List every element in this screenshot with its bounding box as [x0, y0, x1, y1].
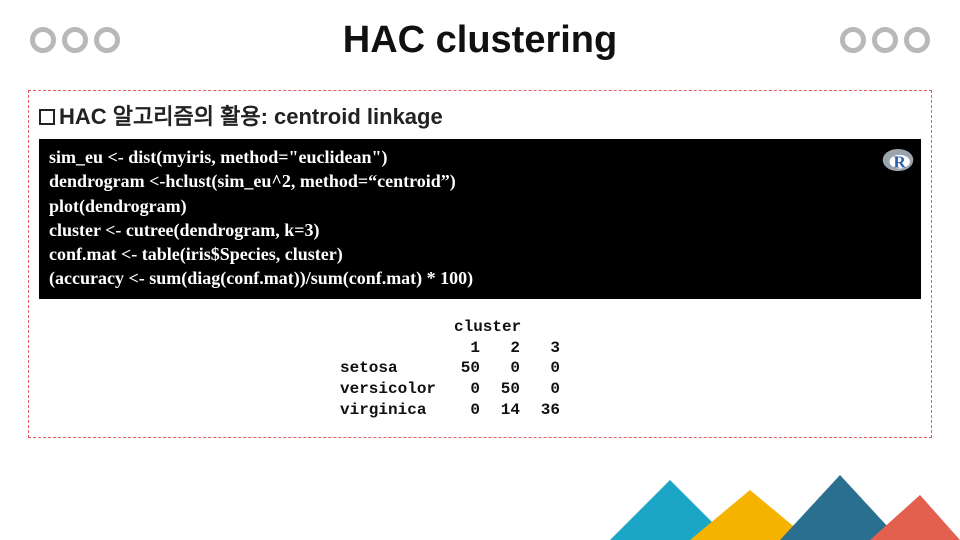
cell: 14: [480, 400, 520, 421]
table-row: setosa 50 0 0: [340, 358, 620, 379]
code-line: conf.mat <- table(iris$Species, cluster): [49, 242, 911, 266]
output-table: cluster 1 2 3 setosa 50 0 0 versicolor 0…: [340, 317, 620, 421]
code-line: cluster <- cutree(dendrogram, k=3): [49, 218, 911, 242]
ring-icon: [94, 27, 120, 53]
decor-circles-right: [840, 27, 930, 53]
code-line: sim_eu <- dist(myiris, method="euclidean…: [49, 145, 911, 169]
subtitle-rest: 알고리즘의 활용: centroid linkage: [107, 104, 443, 129]
cell: 50: [480, 379, 520, 400]
cell: 36: [520, 400, 560, 421]
cell: 0: [480, 358, 520, 379]
code-line: plot(dendrogram): [49, 194, 911, 218]
table-row: virginica 0 14 36: [340, 400, 620, 421]
bullet-box-icon: [39, 109, 55, 125]
ring-icon: [904, 27, 930, 53]
subtitle-prefix: HAC: [59, 104, 107, 129]
table-row: versicolor 0 50 0: [340, 379, 620, 400]
page-title: HAC clustering: [120, 19, 840, 62]
col-header: 1: [440, 338, 480, 359]
section-subtitle: HAC 알고리즘의 활용: centroid linkage: [39, 99, 921, 131]
code-block: sim_eu <- dist(myiris, method="euclidean…: [39, 139, 921, 299]
col-header: 3: [520, 338, 560, 359]
ring-icon: [840, 27, 866, 53]
ring-icon: [872, 27, 898, 53]
row-label: virginica: [340, 400, 440, 421]
footer-decor-icon: [580, 470, 960, 540]
output-col-headers: 1 2 3: [340, 338, 620, 359]
output-header-label: cluster: [440, 317, 620, 338]
r-logo-icon: R: [881, 143, 915, 177]
row-label: setosa: [340, 358, 440, 379]
cell: 0: [520, 379, 560, 400]
ring-icon: [62, 27, 88, 53]
cell: 0: [440, 379, 480, 400]
cell: 0: [440, 400, 480, 421]
content-panel: HAC 알고리즘의 활용: centroid linkage sim_eu <-…: [28, 90, 932, 438]
output-header: cluster: [340, 317, 620, 338]
cell: 50: [440, 358, 480, 379]
ring-icon: [30, 27, 56, 53]
code-line: dendrogram <-hclust(sim_eu^2, method=“ce…: [49, 169, 911, 193]
row-label: versicolor: [340, 379, 440, 400]
col-header: 2: [480, 338, 520, 359]
cell: 0: [520, 358, 560, 379]
r-logo-letter: R: [894, 153, 907, 172]
slide-header: HAC clustering: [0, 0, 960, 70]
code-line: (accuracy <- sum(diag(conf.mat))/sum(con…: [49, 266, 911, 290]
decor-circles-left: [30, 27, 120, 53]
